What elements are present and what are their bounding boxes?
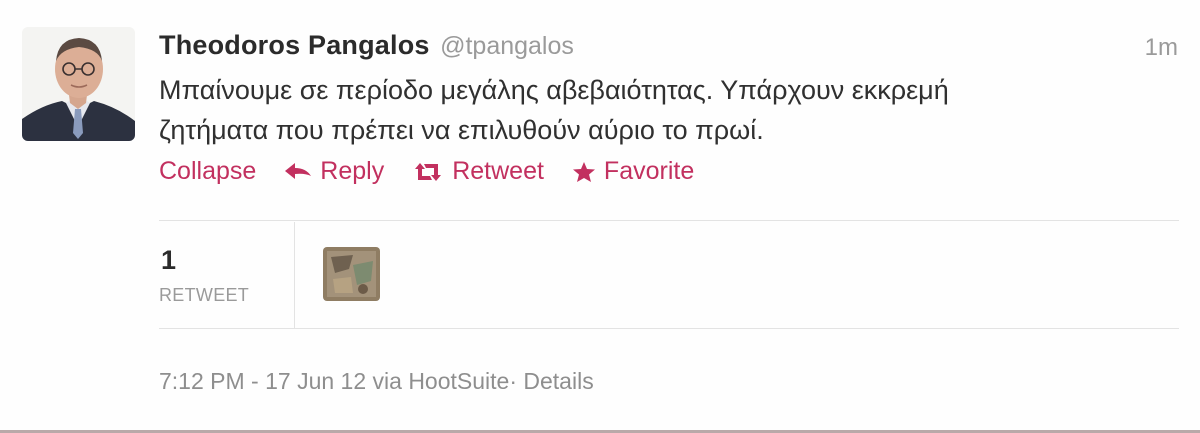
tweet-card: Theodoros Pangalos @tpangalos 1m Μπαίνου…	[0, 0, 1200, 433]
author-avatar[interactable]	[22, 27, 135, 141]
details-link[interactable]: Details	[523, 368, 593, 394]
tweet-actions: Collapse Reply Retweet Favorite	[159, 157, 722, 186]
collapse-label: Collapse	[159, 157, 257, 185]
tweet-header: Theodoros Pangalos @tpangalos	[159, 30, 574, 61]
retweet-button[interactable]: Retweet	[412, 157, 544, 186]
author-fullname[interactable]: Theodoros Pangalos	[159, 30, 430, 60]
reply-arrow-icon	[284, 161, 312, 183]
footer-separator: ·	[509, 368, 517, 394]
stats-bottom-divider	[159, 328, 1179, 329]
favorite-button[interactable]: Favorite	[572, 157, 694, 186]
tweet-text-line-1: Μπαίνουμε σε περίοδο μεγάλης αβεβαιότητα…	[159, 75, 949, 105]
star-icon	[572, 161, 596, 183]
author-username[interactable]: @tpangalos	[440, 32, 574, 60]
favorite-label: Favorite	[603, 157, 695, 185]
via-prefix: via	[372, 368, 402, 394]
client-link[interactable]: HootSuite	[408, 368, 509, 394]
collapse-link[interactable]: Collapse	[159, 157, 256, 186]
retweet-count[interactable]: 1	[161, 245, 176, 276]
retweeter-avatar[interactable]	[323, 247, 380, 301]
stats-vertical-divider	[294, 222, 295, 328]
retweet-count-label[interactable]: RETWEET	[159, 285, 249, 306]
tweet-text: Μπαίνουμε σε περίοδο μεγάλης αβεβαιότητα…	[159, 70, 1159, 150]
tweet-footer: 7:12 PM - 17 Jun 12 via HootSuite· Detai…	[159, 368, 594, 395]
reply-button[interactable]: Reply	[284, 157, 384, 186]
tweet-time-link[interactable]: 7:12 PM - 17 Jun 12	[159, 368, 366, 394]
retweet-icon	[412, 161, 444, 183]
stats-top-divider	[159, 220, 1179, 221]
tweet-timestamp[interactable]: 1m	[1145, 34, 1178, 62]
reply-label: Reply	[320, 157, 385, 185]
tweet-text-line-2: ζητήματα που πρέπει να επιλυθούν αύριο τ…	[159, 115, 764, 145]
retweet-label: Retweet	[452, 157, 544, 185]
